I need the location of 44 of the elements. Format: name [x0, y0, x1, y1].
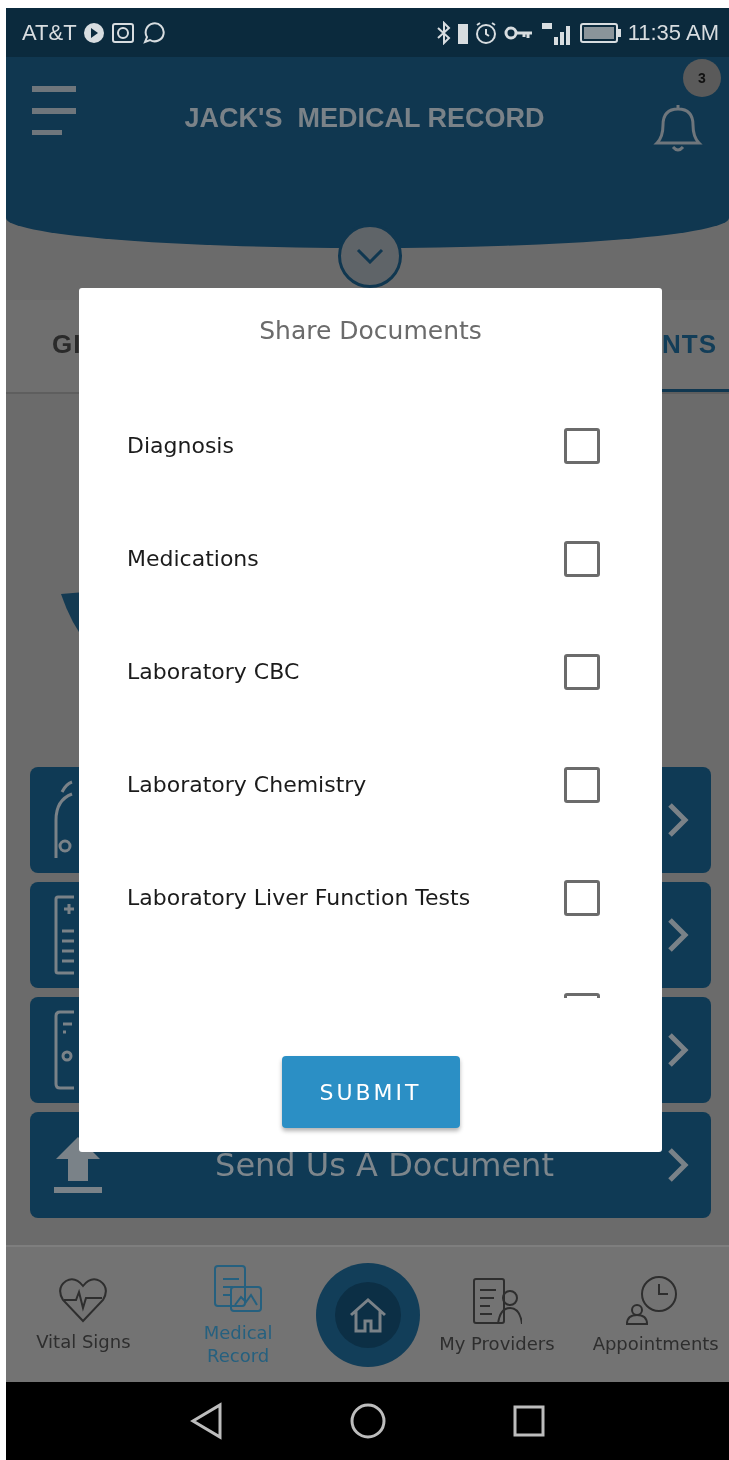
image-icon — [110, 21, 135, 44]
upload-icon — [54, 1135, 102, 1195]
carrier-name: AT&T — [22, 19, 77, 46]
menu-button[interactable] — [30, 85, 78, 135]
clock-time: 11:35 AM — [627, 19, 719, 46]
tab[interactable]: GI — [6, 300, 94, 392]
home-circle-icon — [348, 1402, 387, 1440]
dialog-title: Share Documents — [258, 316, 483, 345]
person-clock-icon — [624, 1274, 679, 1326]
checkbox[interactable] — [564, 879, 600, 916]
submit-button[interactable]: SUBMIT — [281, 1056, 460, 1128]
notification-count: 3 — [683, 59, 721, 97]
home-icon — [347, 1296, 388, 1333]
document-label: Medications — [127, 546, 260, 571]
chat-bubble-icon — [140, 20, 165, 45]
document-label: Laboratory Liver Function Tests — [127, 885, 472, 910]
bluetooth-icon — [435, 20, 452, 45]
document-label: Laboratory Chemistry — [127, 772, 368, 797]
nav-tab[interactable]: Medical Record — [160, 1247, 316, 1382]
battery-icon — [579, 21, 622, 44]
clipboard-icon — [54, 895, 74, 975]
checkbox[interactable] — [564, 766, 600, 803]
recents-icon — [511, 1404, 546, 1438]
back-icon — [189, 1402, 224, 1440]
document-label: Laboratory CBC — [127, 659, 301, 684]
chevron-right-icon — [667, 802, 689, 838]
tablet-icon — [54, 1010, 74, 1090]
chevron-right-icon — [667, 1032, 689, 1068]
chevron-right-icon — [667, 917, 689, 953]
battery-small-icon — [457, 21, 468, 44]
chevron-right-icon — [667, 1147, 689, 1183]
document-label: Diagnosis — [127, 433, 235, 458]
checkbox[interactable] — [564, 540, 600, 577]
checkbox[interactable] — [564, 653, 600, 690]
nav-tab[interactable]: My Providers — [419, 1247, 575, 1382]
medical-record-icon — [213, 1262, 264, 1315]
play-icon — [82, 21, 105, 44]
nav-tab[interactable]: Vital Signs — [6, 1247, 161, 1382]
heart-pulse-icon — [58, 1276, 109, 1324]
chevron-down-icon — [356, 248, 384, 264]
checkbox[interactable] — [564, 427, 600, 464]
page-title: JACK'S MEDICAL RECORD — [183, 103, 546, 134]
nav-tab[interactable]: Appointments — [574, 1247, 729, 1382]
alarm-clock-icon — [473, 20, 498, 45]
